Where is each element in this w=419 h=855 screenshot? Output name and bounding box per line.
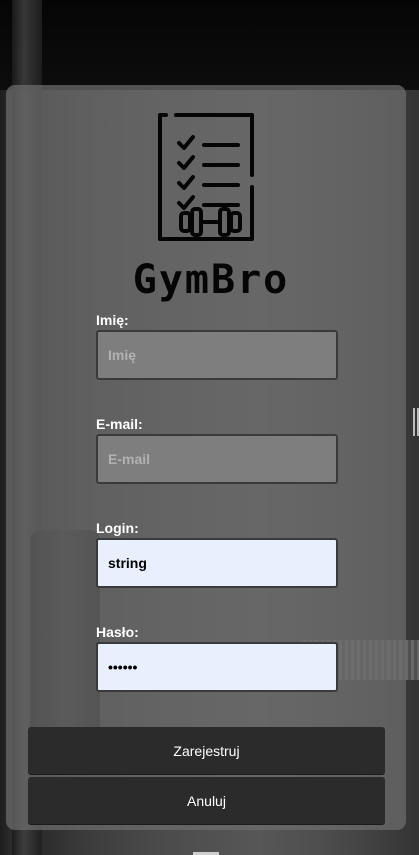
login-label: Login: xyxy=(96,520,139,536)
name-input[interactable] xyxy=(96,330,338,380)
password-input[interactable] xyxy=(96,642,338,692)
cancel-button[interactable]: Anuluj xyxy=(28,777,385,824)
email-input[interactable] xyxy=(96,434,338,484)
checklist-dumbbell-icon xyxy=(158,113,254,241)
password-label: Hasło: xyxy=(96,624,139,640)
login-input[interactable] xyxy=(96,538,338,588)
register-card: GymBro Imię: E-mail: Login: Hasło: Zarej… xyxy=(6,85,406,830)
app-logo: GymBro xyxy=(106,107,316,303)
register-button[interactable]: Zarejestruj xyxy=(28,727,385,774)
email-label: E-mail: xyxy=(96,416,143,432)
window-resize-handle[interactable] xyxy=(413,408,419,436)
logo-text: GymBro xyxy=(132,257,290,303)
name-label: Imię: xyxy=(96,312,129,328)
